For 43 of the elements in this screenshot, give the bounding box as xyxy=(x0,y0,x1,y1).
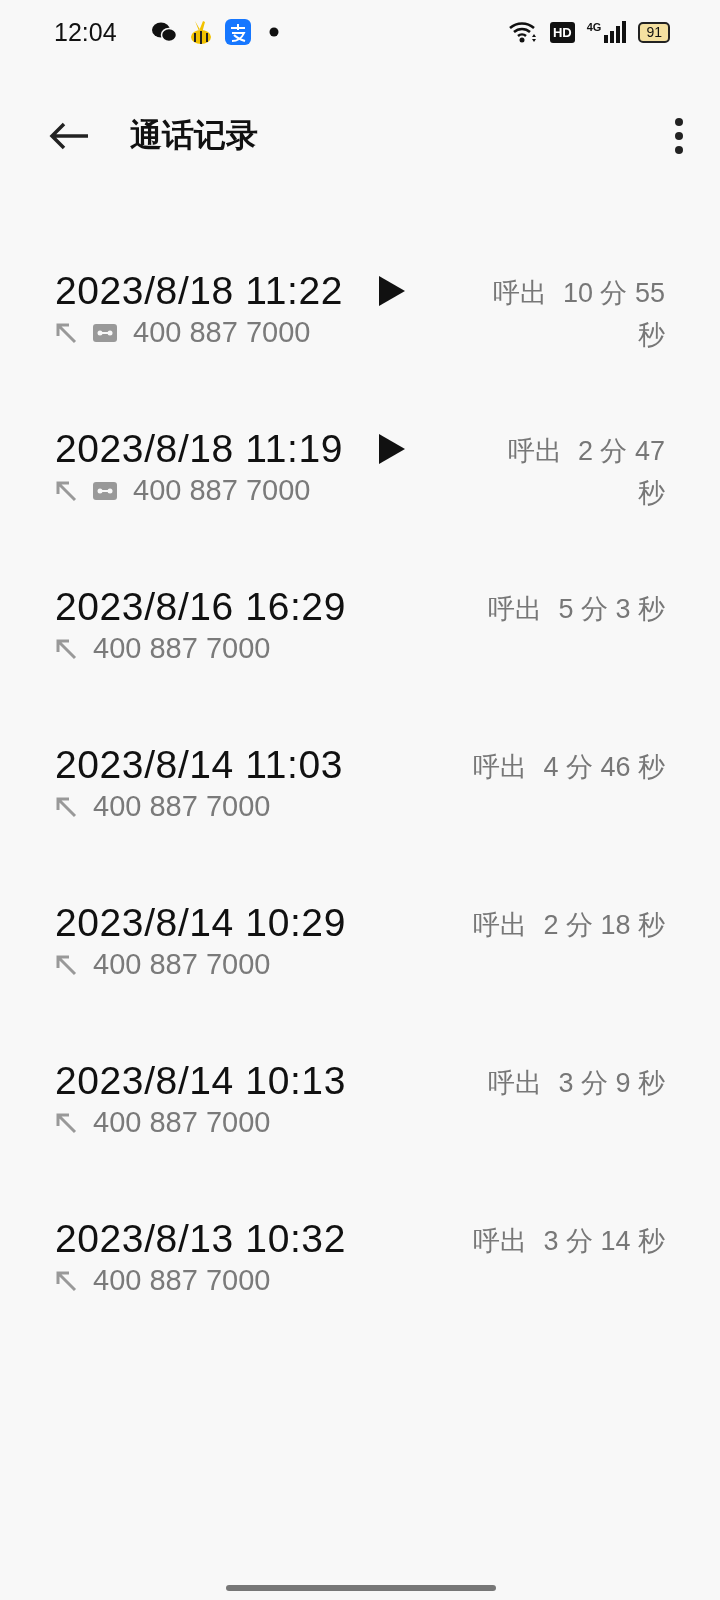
phone-number: 400 887 7000 xyxy=(93,1106,271,1139)
call-duration: 呼出 3 分 9 秒 xyxy=(488,1067,665,1100)
call-datetime: 2023/8/16 16:29 xyxy=(55,584,346,630)
outgoing-call-icon xyxy=(55,479,77,502)
call-duration: 呼出 2 分 18 秒 xyxy=(473,909,665,942)
outgoing-call-icon xyxy=(55,637,77,660)
chat-bubbles-icon xyxy=(150,21,177,43)
back-button[interactable] xyxy=(48,121,90,151)
call-datetime: 2023/8/14 11:03 xyxy=(55,742,344,788)
phone-number: 400 887 7000 xyxy=(93,790,271,823)
page-title: 通话记录 xyxy=(130,116,259,155)
call-datetime: 2023/8/18 11:22 xyxy=(55,268,344,314)
hd-badge: HD xyxy=(549,21,575,43)
call-duration: 呼出 10 分 55 秒 xyxy=(491,277,665,352)
more-options-button[interactable] xyxy=(674,117,684,155)
call-duration: 呼出 4 分 46 秒 xyxy=(473,751,665,784)
phone-number: 400 887 7000 xyxy=(93,1264,271,1297)
wifi-icon xyxy=(507,20,538,44)
call-datetime: 2023/8/14 10:13 xyxy=(55,1058,346,1104)
call-duration: 呼出 5 分 3 秒 xyxy=(488,593,665,626)
call-datetime: 2023/8/18 11:19 xyxy=(55,426,344,472)
bee-icon xyxy=(188,19,213,45)
app-icon xyxy=(224,19,251,45)
phone-number: 400 887 7000 xyxy=(93,632,271,665)
outgoing-call-icon xyxy=(55,321,77,344)
clock: 12:04 xyxy=(54,17,117,47)
call-duration: 呼出 3 分 14 秒 xyxy=(473,1225,665,1258)
signal-icon xyxy=(604,21,627,43)
call-datetime: 2023/8/14 10:29 xyxy=(55,900,346,946)
phone-number: 400 887 7000 xyxy=(93,948,271,981)
outgoing-call-icon xyxy=(55,953,77,976)
notification-dot-icon xyxy=(268,27,279,37)
outgoing-call-icon xyxy=(55,795,77,818)
play-button[interactable] xyxy=(379,434,406,464)
battery-indicator: 91 xyxy=(638,21,670,43)
call-duration: 呼出 2 分 47 秒 xyxy=(506,435,665,510)
outgoing-call-icon xyxy=(55,1111,77,1134)
phone-number: 400 887 7000 xyxy=(133,316,311,349)
play-button[interactable] xyxy=(379,276,406,306)
network-label: 4G xyxy=(586,21,602,33)
outgoing-call-icon xyxy=(55,1269,77,1292)
call-datetime: 2023/8/13 10:32 xyxy=(55,1216,346,1262)
phone-number: 400 887 7000 xyxy=(133,474,311,507)
